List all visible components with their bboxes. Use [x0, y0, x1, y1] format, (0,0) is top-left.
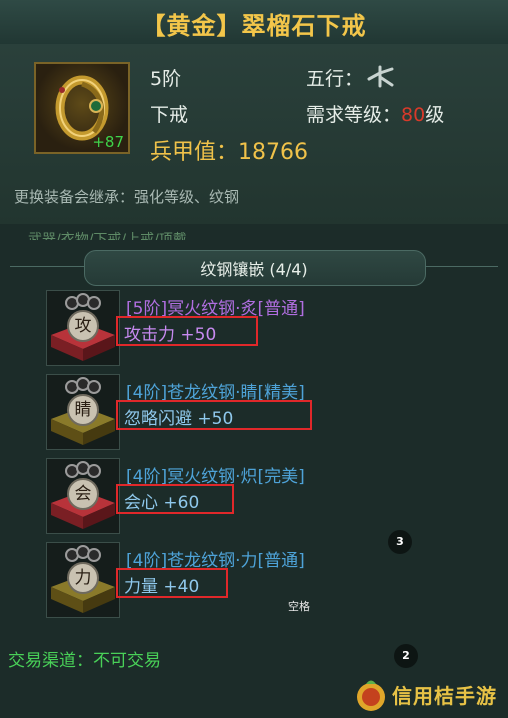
require-level-row: 需求等级：80级 [306, 100, 444, 127]
power-label: 兵甲值： [150, 140, 239, 165]
title-bar: 【黄金】翠榴石下戒 [0, 0, 508, 45]
gem-row[interactable]: 攻 [5阶]冥火纹钢·炙[普通] 攻击力 +50 [46, 290, 486, 370]
trade-channel: 交易渠道：不可交易 [8, 651, 161, 671]
gem-row[interactable]: 会 [4阶]冥火纹钢·炽[完美] 会心 +60 [46, 458, 486, 538]
gem-icon-attack[interactable]: 攻 [46, 290, 120, 366]
watermark-logo-icon [357, 680, 385, 711]
element-row: 五行： [306, 64, 397, 94]
gem-glyph: 攻 [74, 316, 92, 336]
gem-row[interactable]: 睛 [4阶]苍龙纹钢·睛[精美] 忽略闪避 +50 [46, 374, 486, 454]
power-row: 兵甲值：18766 [150, 134, 308, 166]
item-slot: 下戒 [150, 104, 189, 126]
require-level-value: 80 [401, 104, 426, 126]
gem-stat: 力量 +40 [124, 577, 200, 597]
item-title: 【黄金】翠榴石下戒 [141, 12, 367, 40]
gem-glyph: 睛 [74, 400, 92, 420]
enhance-level: +87 [92, 133, 124, 151]
space-key-hint: 空格 [288, 600, 310, 613]
gem-row[interactable]: 力 [4阶]苍龙纹钢·力[普通] 力量 +40 [46, 542, 486, 622]
water-element-icon [363, 65, 397, 94]
section-title: 纹钢镶嵌 (4/4) [200, 260, 308, 279]
section-divider-left [10, 266, 84, 267]
gem-icon-eye[interactable]: 睛 [46, 374, 120, 450]
gem-glyph: 会 [74, 484, 92, 504]
require-level-label: 需求等级： [306, 104, 402, 126]
gem-glyph: 力 [74, 568, 92, 588]
slot-tabs-fragment: 武器/衣物/下戒/上戒/项戴 [28, 232, 187, 240]
element-label: 五行： [306, 68, 364, 90]
watermark: 信用桔手游 [352, 676, 502, 714]
item-icon[interactable]: +87 [34, 62, 130, 154]
inherit-note: 更换装备会继承：强化等级、纹钢 [14, 188, 240, 206]
gem-stat: 会心 +60 [124, 493, 200, 513]
count-badge[interactable]: 2 [394, 644, 418, 668]
count-badge[interactable]: 3 [388, 530, 412, 554]
gem-stat: 忽略闪避 +50 [124, 409, 234, 429]
gem-icon-crit[interactable]: 会 [46, 458, 120, 534]
gem-icon-strength[interactable]: 力 [46, 542, 120, 618]
watermark-text: 信用桔手游 [392, 684, 497, 708]
gem-stat: 攻击力 +50 [124, 325, 217, 345]
item-tier: 5阶 [150, 68, 182, 90]
require-level-unit: 级 [425, 104, 445, 126]
power-value: 18766 [238, 140, 309, 165]
section-divider-right [424, 266, 498, 267]
